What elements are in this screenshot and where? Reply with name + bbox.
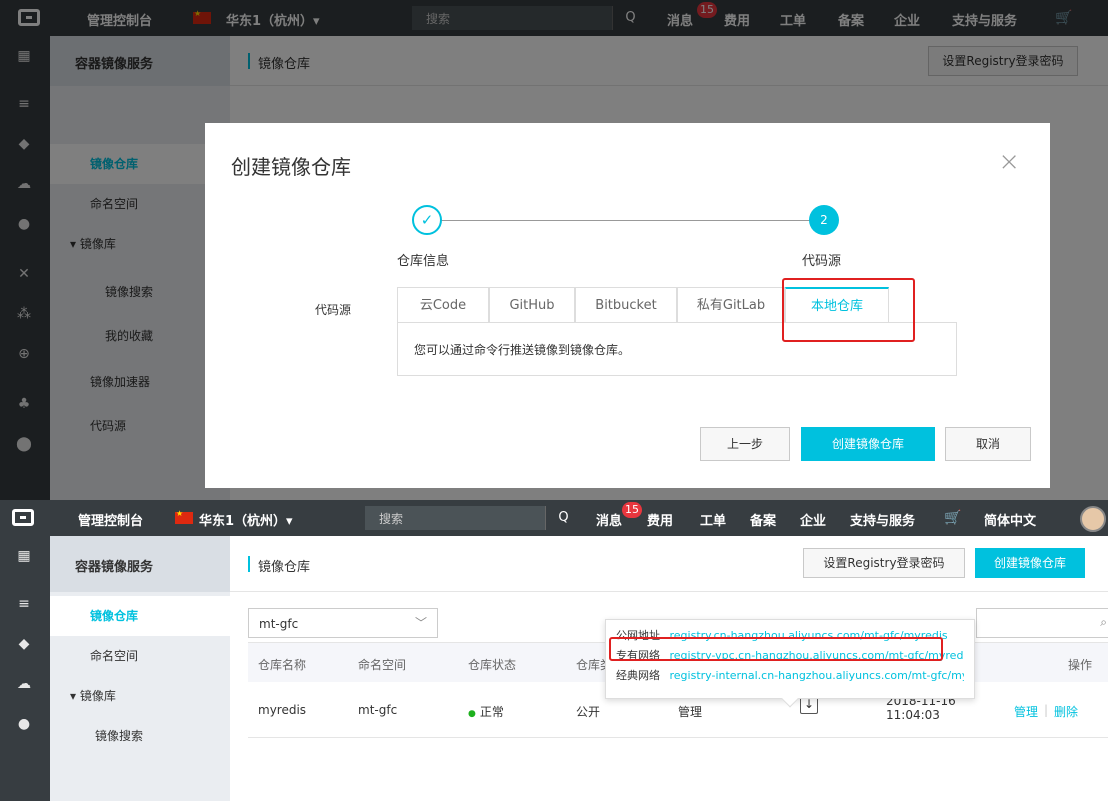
step-2-label: 代码源 <box>802 254 842 269</box>
highlight-box-public-address <box>609 637 943 661</box>
highlight-box-local-tab <box>782 278 915 342</box>
tab-yun-code[interactable]: 云Code <box>397 287 489 323</box>
classic-address-value[interactable]: registry-internal.cn-hangzhou.aliyuncs.c… <box>670 669 965 682</box>
col-repo-name: 仓库名称 <box>258 658 307 672</box>
cloud-icon[interactable]: ☁ <box>12 676 36 692</box>
tickets-link[interactable]: 工单 <box>700 510 726 529</box>
manage-link[interactable]: 管理 <box>1014 703 1038 720</box>
cancel-button[interactable]: 取消 <box>945 427 1031 461</box>
title-accent-bar <box>248 556 250 572</box>
namespace-select[interactable]: mt-gfc ﹀ <box>248 608 438 638</box>
cell-namespace: mt-gfc <box>358 703 398 717</box>
region-selector[interactable]: 华东1（杭州）▾ <box>199 510 293 529</box>
messages-link[interactable]: 消息 <box>596 510 622 529</box>
search-input[interactable]: 搜索 <box>365 506 545 530</box>
cart-icon[interactable]: 🛒 <box>944 510 961 526</box>
search-icon[interactable]: ⌕ <box>1100 615 1107 630</box>
shield-icon[interactable]: ◆ <box>12 636 36 652</box>
fees-link[interactable]: 费用 <box>647 510 673 529</box>
language-selector[interactable]: 简体中文 <box>984 510 1036 529</box>
list-icon[interactable]: ≡ <box>12 596 36 612</box>
step-complete-check-icon: ✓ <box>412 205 442 235</box>
tab-github[interactable]: GitHub <box>489 287 575 323</box>
chevron-down-icon: ﹀ <box>414 616 427 630</box>
sidebar-item-namespaces[interactable]: 命名空间 <box>50 636 230 676</box>
china-flag-icon <box>175 509 193 524</box>
sidebar-item-image-search[interactable]: 镜像搜索 <box>50 716 230 756</box>
database-icon[interactable]: ● <box>12 716 36 732</box>
col-namespace: 命名空间 <box>358 658 407 672</box>
prev-step-button[interactable]: 上一步 <box>700 427 790 461</box>
col-status: 仓库状态 <box>468 658 517 672</box>
cell-repo-name: myredis <box>258 703 307 717</box>
col-actions: 操作 <box>1068 658 1093 672</box>
tab-bitbucket[interactable]: Bitbucket <box>575 287 677 323</box>
create-repo-dialog: 创建镜像仓库 × ✓ 2 仓库信息 代码源 代码源 云Code GitHub B… <box>205 123 1050 488</box>
action-separator: | <box>1044 703 1049 717</box>
screenshot-create-repo-modal: 管理控制台 华东1（杭州）▾ 搜索 Q 消息 15 费用 工单 备案 企业 支持… <box>0 0 1108 500</box>
service-title: 容器镜像服务 <box>50 536 230 592</box>
filing-link[interactable]: 备案 <box>750 510 776 529</box>
content-header: 镜像仓库 设置Registry登录密码 创建镜像仓库 <box>230 536 1108 592</box>
set-registry-password-button[interactable]: 设置Registry登录密码 <box>803 548 965 578</box>
grid-icon[interactable]: ▦ <box>12 548 36 564</box>
classic-address-row: 经典网络 registry-internal.cn-hangzhou.aliyu… <box>616 666 964 686</box>
avatar[interactable] <box>1080 506 1106 532</box>
close-icon[interactable]: × <box>998 147 1020 177</box>
step-connector <box>435 220 815 221</box>
cell-manage: 管理 <box>678 705 703 719</box>
search-placeholder: 搜索 <box>379 512 404 526</box>
top-navbar: 管理控制台 华东1（杭州）▾ 搜索 Q 消息 15 费用 工单 备案 企业 支持… <box>0 500 1108 536</box>
step-1-label: 仓库信息 <box>397 254 450 269</box>
code-source-label: 代码源 <box>315 303 352 317</box>
create-repo-button[interactable]: 创建镜像仓库 <box>801 427 935 461</box>
search-icon[interactable]: Q <box>545 506 581 530</box>
step-2-indicator: 2 <box>809 205 839 235</box>
screenshot-repo-list: 管理控制台 华东1（杭州）▾ 搜索 Q 消息 15 费用 工单 备案 企业 支持… <box>0 500 1108 801</box>
cell-status: 正常 <box>468 703 504 720</box>
namespace-select-value: mt-gfc <box>259 617 299 631</box>
delete-link[interactable]: 删除 <box>1054 703 1078 720</box>
cell-type: 公开 <box>576 705 601 719</box>
console-link[interactable]: 管理控制台 <box>78 510 143 529</box>
message-count-badge: 15 <box>622 502 642 518</box>
created-time: 11:04:03 <box>886 708 940 722</box>
classic-address-label: 经典网络 <box>616 669 660 682</box>
tab-private-gitlab[interactable]: 私有GitLab <box>677 287 785 323</box>
enterprise-link[interactable]: 企业 <box>800 510 826 529</box>
page-title: 镜像仓库 <box>258 560 311 575</box>
support-link[interactable]: 支持与服务 <box>850 510 915 529</box>
product-icon-rail: ▦ ≡ ◆ ☁ ● <box>0 536 50 801</box>
service-sidebar: 容器镜像服务 镜像仓库 命名空间 ▾ 镜像库 镜像搜索 <box>50 536 230 801</box>
sidebar-item-repositories[interactable]: 镜像仓库 <box>50 596 230 636</box>
sidebar-group-image-library[interactable]: ▾ 镜像库 <box>50 676 230 716</box>
aliyun-logo-icon[interactable] <box>12 509 34 526</box>
create-repo-button[interactable]: 创建镜像仓库 <box>975 548 1085 578</box>
repo-search-input[interactable]: ⌕ <box>976 608 1108 638</box>
dialog-title: 创建镜像仓库 <box>231 155 351 179</box>
